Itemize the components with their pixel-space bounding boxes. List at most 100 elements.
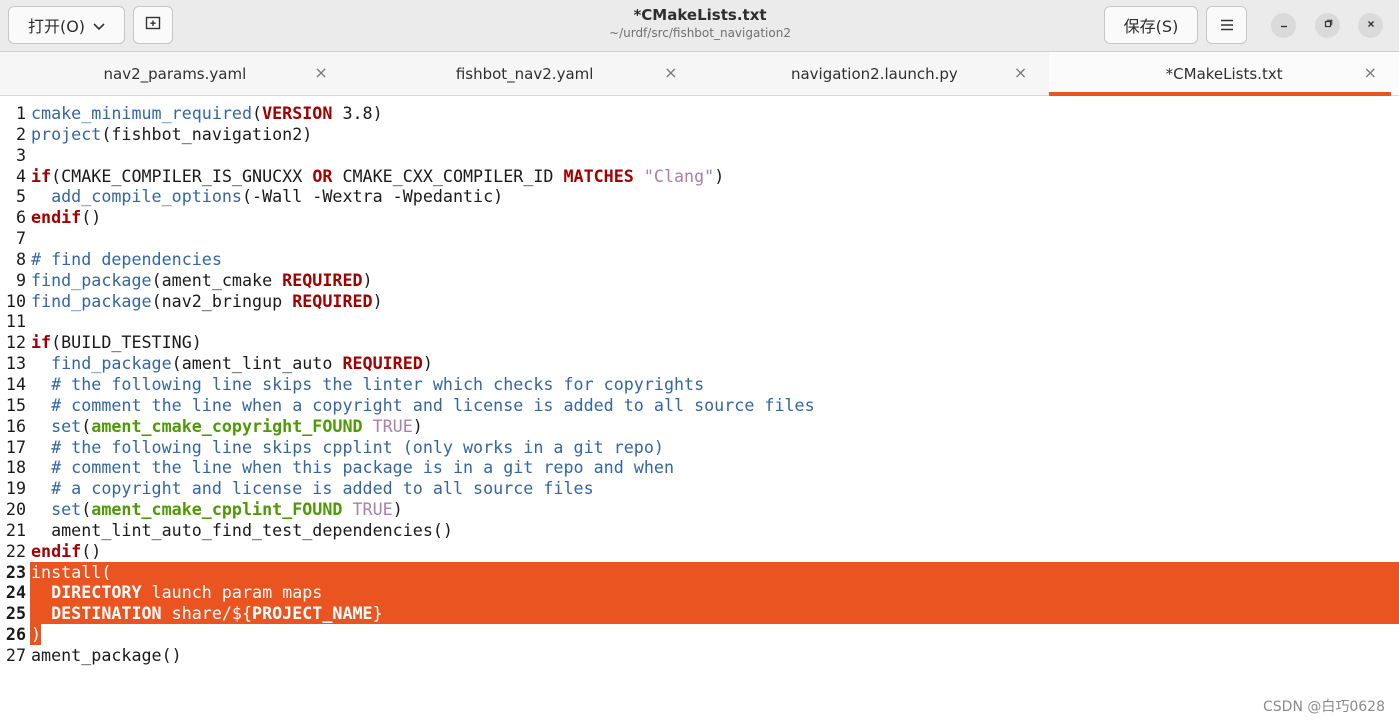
- code-token: TRUE: [372, 415, 413, 436]
- line-number: 5: [15, 186, 26, 207]
- line-number: 8: [15, 248, 26, 269]
- code-line[interactable]: 12 if(BUILD_TESTING): [0, 332, 1399, 353]
- tab-cmakelists[interactable]: *CMakeLists.txt ×: [1049, 52, 1399, 96]
- line-code: endif(): [31, 207, 101, 228]
- code-token: ): [714, 165, 725, 186]
- line-code: # the following line skips cpplint (only…: [31, 437, 664, 458]
- line-number: 16: [5, 415, 26, 436]
- code-token: 3.8): [332, 103, 383, 123]
- close-tab-icon[interactable]: ×: [314, 63, 327, 82]
- code-line[interactable]: 5 add_compile_options(-Wall -Wextra -Wpe…: [0, 186, 1399, 207]
- code-line[interactable]: 2 project(fishbot_navigation2): [0, 124, 1399, 145]
- line-code: add_compile_options(-Wall -Wextra -Wpeda…: [31, 186, 503, 207]
- code-line[interactable]: 9 find_package(ament_cmake REQUIRED): [0, 270, 1399, 291]
- code-token: # the following line skips the linter wh…: [51, 373, 705, 394]
- code-token: find_package: [31, 290, 152, 311]
- code-line[interactable]: 19 # a copyright and license is added to…: [0, 478, 1399, 499]
- code-line[interactable]: 26): [0, 624, 1399, 645]
- line-number: 1: [15, 103, 26, 123]
- window-subtitle: ~/urdf/src/fishbot_navigation2: [609, 26, 791, 40]
- code-token: ): [362, 269, 373, 290]
- code-token: REQUIRED: [292, 290, 373, 311]
- save-button[interactable]: 保存(S): [1104, 6, 1198, 44]
- code-token: PROJECT_NAME: [252, 603, 373, 624]
- code-line[interactable]: 27 ament_package(): [0, 645, 1399, 666]
- line-code: if(BUILD_TESTING): [31, 332, 202, 353]
- code-token: REQUIRED: [282, 269, 363, 290]
- code-line[interactable]: 4 if(CMAKE_COMPILER_IS_GNUCXX OR CMAKE_CX…: [0, 166, 1399, 187]
- tab-label: navigation2.launch.py: [790, 64, 958, 83]
- line-number: 13: [5, 353, 26, 374]
- code-line[interactable]: 16 set(ament_cmake_copyright_FOUND TRUE): [0, 416, 1399, 437]
- line-number: 6: [15, 207, 26, 228]
- text-editor[interactable]: 1 cmake_minimum_required(VERSION 3.8) 2 pro…: [0, 96, 1399, 724]
- tab-nav2-params[interactable]: nav2_params.yaml ×: [0, 52, 350, 95]
- close-tab-icon[interactable]: ×: [1014, 63, 1027, 82]
- code-line[interactable]: 20 set(ament_cmake_cpplint_FOUND TRUE): [0, 499, 1399, 520]
- code-token: MATCHES: [563, 165, 634, 186]
- code-token: if: [31, 332, 52, 353]
- code-line[interactable]: 13 find_package(ament_lint_auto REQUIRED…: [0, 353, 1399, 374]
- window-title-block: *CMakeLists.txt ~/urdf/src/fishbot_navig…: [450, 6, 950, 40]
- line-code: DESTINATION share/${PROJECT_NAME}: [31, 603, 383, 624]
- line-number: 26: [5, 624, 26, 645]
- code-token: ): [372, 290, 383, 311]
- close-window-button[interactable]: [1358, 13, 1383, 38]
- code-line[interactable]: 11: [0, 311, 1399, 332]
- code-line[interactable]: 14 # the following line skips the linter…: [0, 374, 1399, 395]
- maximize-button[interactable]: [1315, 13, 1340, 38]
- save-button-label: 保存(S): [1123, 17, 1179, 36]
- code-line[interactable]: 3: [0, 145, 1399, 166]
- code-token: if: [31, 165, 52, 186]
- line-code: ament_lint_auto_find_test_dependencies(): [31, 520, 453, 541]
- code-line[interactable]: 21 ament_lint_auto_find_test_dependencie…: [0, 520, 1399, 541]
- minimize-button[interactable]: [1271, 13, 1296, 38]
- new-tab-button[interactable]: [133, 6, 173, 44]
- line-number: 20: [5, 499, 26, 520]
- code-line[interactable]: 18 # comment the line when this package …: [0, 457, 1399, 478]
- tab-label: fishbot_nav2.yaml: [455, 64, 594, 83]
- line-code: # the following line skips the linter wh…: [31, 374, 704, 395]
- code-line[interactable]: 23 install(: [0, 561, 1399, 583]
- menu-button[interactable]: [1206, 6, 1247, 44]
- line-number: 11: [5, 311, 26, 332]
- minimize-icon: [1279, 19, 1289, 32]
- line-code: DIRECTORY launch param maps: [31, 582, 322, 603]
- close-tab-icon[interactable]: ×: [1364, 63, 1377, 82]
- hamburger-menu-icon: [1220, 16, 1234, 35]
- code-line[interactable]: 25 DESTINATION share/${PROJECT_NAME}: [0, 603, 1399, 625]
- code-token: "Clang": [643, 165, 715, 186]
- line-number: 22: [5, 540, 26, 561]
- line-number: 27: [5, 644, 26, 665]
- code-line[interactable]: 10 find_package(nav2_bringup REQUIRED): [0, 291, 1399, 312]
- code-token: (ament_lint_auto: [171, 353, 343, 374]
- code-token: ): [422, 353, 433, 374]
- code-line[interactable]: 17 # the following line skips cpplint (o…: [0, 437, 1399, 458]
- code-line[interactable]: 15 # comment the line when a copyright a…: [0, 395, 1399, 416]
- line-number: 7: [15, 228, 26, 249]
- code-token: CMAKE_CXX_COMPILER_ID: [332, 165, 564, 186]
- code-line[interactable]: 6 endif(): [0, 207, 1399, 228]
- code-token: ): [31, 624, 42, 645]
- line-number: 12: [5, 332, 26, 353]
- code-token: DESTINATION: [51, 603, 162, 624]
- code-line[interactable]: 7: [0, 228, 1399, 249]
- close-tab-icon[interactable]: ×: [664, 63, 677, 82]
- code-line[interactable]: 1 cmake_minimum_required(VERSION 3.8): [0, 103, 1399, 124]
- tab-fishbot-nav2[interactable]: fishbot_nav2.yaml ×: [350, 52, 700, 95]
- code-line[interactable]: 22 endif(): [0, 541, 1399, 562]
- tab-navigation2-launch[interactable]: navigation2.launch.py ×: [700, 52, 1050, 95]
- line-code: project(fishbot_navigation2): [31, 124, 312, 145]
- code-line[interactable]: 8 # find dependencies: [0, 249, 1399, 270]
- code-area[interactable]: 1 cmake_minimum_required(VERSION 3.8) 2 pro…: [0, 103, 1399, 666]
- line-number: 19: [5, 478, 26, 499]
- code-token: ament_cmake_copyright_FOUND: [91, 415, 363, 436]
- code-line[interactable]: 24 DIRECTORY launch param maps: [0, 582, 1399, 604]
- open-button[interactable]: 打开(O): [8, 6, 125, 44]
- code-token: # find dependencies: [31, 248, 222, 269]
- line-code: find_package(nav2_bringup REQUIRED): [31, 291, 383, 312]
- tab-label: nav2_params.yaml: [103, 64, 247, 83]
